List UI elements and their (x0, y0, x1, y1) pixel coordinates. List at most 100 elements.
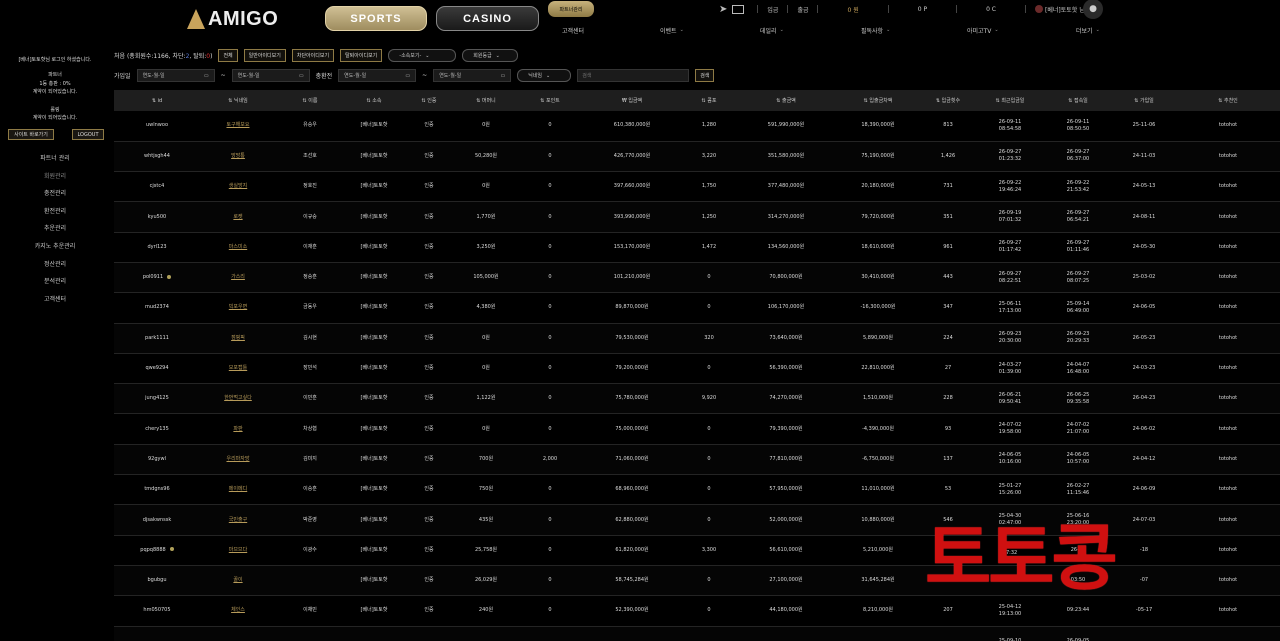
join-date-from[interactable]: 연도-월-일 ▭ (136, 69, 215, 82)
column-header-comp[interactable]: ⇅ 콤포 (682, 90, 736, 111)
brand-logo[interactable]: AMIGO (187, 7, 278, 31)
sidebar-item-settlement[interactable]: 정산관리 (0, 256, 110, 274)
column-header-last-login[interactable]: ⇅ 접속일 (1044, 90, 1112, 111)
cell-nickname[interactable]: 생실망지 (200, 171, 276, 203)
cell-nickname[interactable]: 우리마자망 (200, 444, 276, 476)
column-header-last-deposit[interactable]: ⇅ 최근입금일 (976, 90, 1044, 111)
join-date-to[interactable]: 연도-월-일 ▭ (231, 69, 310, 82)
mail-icon[interactable] (732, 4, 745, 14)
cell-nickname[interactable]: 빅포우면 (200, 292, 276, 324)
table-row[interactable]: whtjsgh44 망망통 조선호 [베너]토토핫 인증 50,280원 0 426,770,… (114, 141, 1280, 173)
cell-nickname[interactable]: 가스리 (200, 262, 276, 294)
sidebar-item-casino-bets[interactable]: 카지노 추운관리 (0, 238, 110, 256)
grade-select[interactable]: 회원등급 ⌄ (462, 49, 519, 62)
avatar[interactable]: ● (1083, 0, 1103, 19)
table-row[interactable]: chery135 파판 차상협 [베너]토토핫 인증 0원 0 75,000,000원 0 79,… (114, 413, 1280, 445)
filter-blocked-button[interactable]: 차단아이디보기 (291, 49, 335, 62)
column-header-verified[interactable]: ⇅ 인증 (404, 90, 454, 111)
cell-nickname[interactable]: 점핑픽 (200, 323, 276, 354)
column-header-deposit-count[interactable]: ⇅ 입금횟수 (920, 90, 976, 111)
withdraw-link[interactable]: 출금 (797, 5, 808, 14)
cell-nickname[interactable]: 한번먹고싶다 (200, 383, 276, 415)
table-row[interactable]: mud2374 빅포우면 금동우 [베너]토토핫 인증 4,380원 0 89,870,000… (114, 292, 1280, 324)
column-header-deposit[interactable]: ₩ 입금액 (582, 90, 682, 111)
sidebar-item-members[interactable]: 회원관리 (0, 168, 110, 186)
cell-nickname[interactable]: 모포캡틀 (200, 353, 276, 385)
column-header-points[interactable]: ⇅ 포인트 (518, 90, 582, 111)
table-row[interactable]: dyrl123 마스미소 이재훈 [베너]토토핫 인증 3,250원 0 153,170,00… (114, 232, 1280, 263)
cell-money: 25,758원 (454, 535, 518, 566)
filter-normal-button[interactable]: 일반아이디보기 (243, 49, 286, 62)
cell-nickname[interactable] (200, 626, 276, 641)
cell-nickname[interactable]: 마므므다 (200, 535, 276, 566)
cell-text: 이승훈 (303, 486, 317, 493)
cell-nickname[interactable]: 메이메디 (200, 474, 276, 506)
nav-must-read[interactable]: 필독사항 ⌄ (861, 24, 890, 36)
online-dot-icon (169, 547, 174, 552)
cell-nickname[interactable]: 파판 (200, 413, 276, 445)
table-row[interactable]: 25-09-10 26-09-05 (114, 626, 1280, 641)
charge-date-from[interactable]: 연도-월-일 ▭ (338, 69, 417, 82)
nav-label: 이벤트 (660, 27, 677, 35)
nav-customer-center[interactable]: 고객센터 (562, 24, 584, 36)
table-row[interactable]: 92gywl 우리마자망 김미지 [베너]토토핫 인증 700원 2,000 71,060,0… (114, 444, 1280, 476)
column-header-balance-diff[interactable]: ⇅ 입출금차액 (836, 90, 920, 111)
cell-nickname[interactable]: 체인스 (200, 595, 276, 627)
column-header-referrer[interactable]: ⇅ 추천인 (1176, 90, 1280, 111)
filter-withdrawn-button[interactable]: 탈퇴아이디보기 (340, 49, 383, 62)
sidebar-item-support[interactable]: 고객센터 (0, 291, 110, 309)
cell-last-login: 24-07-02 21:07:00 (1044, 413, 1112, 445)
search-button[interactable]: 검색 (695, 69, 715, 82)
cell-last-deposit: 26-09-27 01:23:32 (976, 141, 1044, 173)
filter-all-button[interactable]: 전체 (218, 49, 238, 62)
column-header-affiliation[interactable]: ⇅ 소속 (344, 90, 404, 111)
partner-admin-button[interactable]: 파트너관리 (548, 1, 594, 17)
sidebar-item-analysis[interactable]: 분석관리 (0, 273, 110, 291)
nav-event[interactable]: 이벤트 ⌄ (660, 24, 684, 36)
search-input[interactable] (577, 69, 690, 82)
column-header-join-date[interactable]: ⇅ 가입일 (1112, 90, 1176, 111)
table-row[interactable]: tmdgns96 메이메디 이승훈 [베너]토토핫 인증 750원 0 68,960,000원… (114, 474, 1280, 506)
column-header-id[interactable]: ⇅ id (114, 90, 200, 111)
table-row[interactable]: kyu500 로켓 이규승 [베너]토토핫 인증 1,770원 0 393,990,000원 1… (114, 201, 1280, 233)
column-header-name[interactable]: ⇅ 이름 (276, 90, 344, 111)
column-header-withdraw[interactable]: ⇅ 출금액 (736, 90, 836, 111)
table-row[interactable]: uwlnwoo 토구해보요 유승우 [베너]토토핫 인증 0원 0 610,380,000원 1… (114, 111, 1280, 142)
cell-text: 700원 (478, 455, 494, 462)
cell-deposit: 75,000,000원 (582, 413, 682, 445)
charge-date-to[interactable]: 연도-월-일 ▭ (433, 69, 512, 82)
affiliation-select[interactable]: -소속보기- ⌄ (388, 49, 457, 62)
sidebar-item-bets[interactable]: 추운관리 (0, 220, 110, 238)
cell-nickname[interactable]: 마스미소 (200, 232, 276, 263)
column-header-money[interactable]: ⇅ 머머니 (454, 90, 518, 111)
time-part: 19:46:24 (998, 186, 1022, 193)
table-row[interactable]: hm050705 체인스 이채민 [베너]토토핫 인증 240원 0 52,390,000원 0… (114, 595, 1280, 627)
cell-nickname[interactable]: 꿀이 (200, 565, 276, 597)
table-row[interactable]: cjstc4 생실망지 정호진 [베너]토토핫 인증 0원 0 397,660,000원 1,7… (114, 171, 1280, 203)
site-shortcut-button[interactable]: 사이트 바로가기 (8, 129, 54, 140)
nav-amigo-tv[interactable]: 아미고TV ⌄ (967, 24, 999, 36)
cell-text: 24-08-11 (1132, 213, 1156, 220)
column-header-nickname[interactable]: ⇅ 닉네임 (200, 90, 276, 111)
deposit-link[interactable]: 입금 (767, 5, 778, 14)
table-row[interactable]: pol0911 가스리 정승훈 [베너]토토핫 인증 105,000원 0 101,210,0… (114, 262, 1280, 294)
nav-more[interactable]: 더보기 ⌄ (1076, 24, 1100, 36)
search-field-select[interactable]: 닉네임 ⌄ (517, 69, 572, 82)
cell-nickname[interactable]: 국민출구 (200, 504, 276, 536)
table-row[interactable]: jung4125 한번먹고싶다 이민훈 [베너]토토핫 인증 1,122원 0 75,780,… (114, 383, 1280, 415)
cell-comp: 1,750 (682, 171, 736, 203)
sidebar-item-charge[interactable]: 충전관리 (0, 185, 110, 203)
cell-nickname[interactable]: 로켓 (200, 201, 276, 233)
cell-nickname[interactable]: 토구해보요 (200, 111, 276, 142)
sports-button[interactable]: SPORTS (325, 6, 427, 31)
table-row[interactable]: park1111 점핑픽 김시현 [베너]토토핫 인증 0원 0 79,530,000원 320… (114, 323, 1280, 354)
cell-nickname[interactable]: 망망통 (200, 141, 276, 173)
sidebar-item-exchange[interactable]: 환전관리 (0, 203, 110, 221)
cell-text: 25,758원 (474, 546, 498, 553)
logout-button[interactable]: LOGOUT (72, 129, 104, 140)
telegram-icon[interactable]: ➤ (719, 4, 727, 15)
sidebar-item-partner[interactable]: 파트너 관리 (0, 150, 110, 168)
casino-button[interactable]: CASINO (436, 6, 539, 31)
table-row[interactable]: qwe9294 모포캡틀 장민석 [베너]토토핫 인증 0원 0 79,200,000원 0 56… (114, 353, 1280, 385)
nav-daily[interactable]: 데일리 ⌄ (760, 24, 784, 36)
